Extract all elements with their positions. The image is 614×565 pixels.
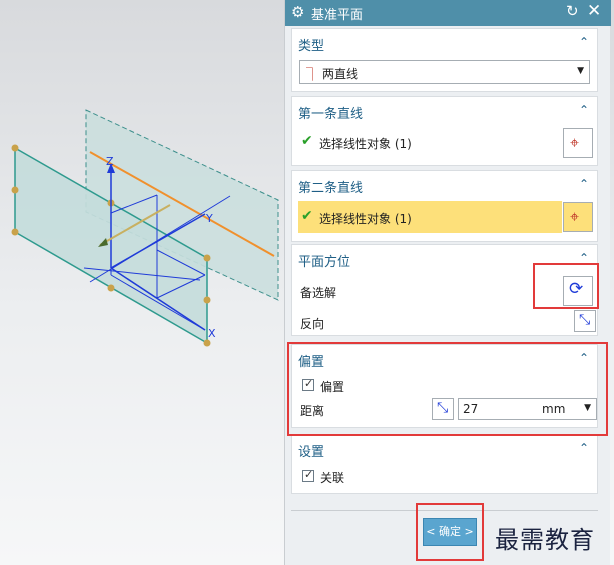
second-line-header[interactable]: 第二条直线: [298, 177, 363, 196]
orientation-header[interactable]: 平面方位: [298, 251, 350, 270]
second-line-section: 第二条直线 ⌃ ✔ 选择线性对象 (1) ⌖: [291, 170, 598, 242]
close-icon[interactable]: ✕: [587, 1, 601, 21]
axis-y-label: Y: [205, 212, 213, 225]
settings-section: 设置 ⌃ 关联: [291, 434, 598, 494]
collapse-caret-icon[interactable]: ⌃: [579, 35, 589, 49]
collapse-caret-icon[interactable]: ⌃: [579, 441, 589, 455]
callout-ok-button: [416, 503, 484, 561]
first-line-header[interactable]: 第一条直线: [298, 103, 363, 122]
axis-z-label: Z: [106, 155, 114, 168]
collapse-caret-icon[interactable]: ⌃: [579, 103, 589, 117]
settings-header[interactable]: 设置: [298, 441, 324, 460]
crosshair-select-button[interactable]: ⌖: [563, 202, 593, 232]
reverse-label: 反向: [300, 317, 325, 331]
axis-x-label: X: [208, 327, 216, 340]
active-selection-row[interactable]: ✔ 选择线性对象 (1): [298, 201, 562, 233]
type-dropdown[interactable]: ⏋ 两直线 ▼: [299, 60, 590, 84]
reverse-direction-button[interactable]: ⤡: [574, 310, 596, 332]
crosshair-select-button[interactable]: ⌖: [563, 128, 593, 158]
reverse-arrows-icon: ⤡: [579, 312, 591, 328]
associative-checkbox[interactable]: [302, 468, 314, 482]
crosshair-icon: ⌖: [570, 207, 580, 226]
gear-icon[interactable]: ⚙: [291, 3, 304, 21]
type-section: 类型 ⌃ ⏋ 两直线 ▼: [291, 28, 598, 92]
checkmark-icon: ✔: [301, 208, 313, 224]
two-lines-icon: ⏋: [306, 68, 320, 83]
associative-label: 关联: [320, 471, 345, 485]
dialog-titlebar: ⚙ 基准平面 ↻ ✕: [285, 0, 611, 26]
dialog-title: 基准平面: [311, 8, 364, 23]
graphics-viewport[interactable]: Z Y X: [0, 0, 284, 565]
reset-icon[interactable]: ↻: [566, 2, 579, 20]
chevron-down-icon: ▼: [577, 66, 584, 76]
second-line-select-label: 选择线性对象 (1): [319, 212, 412, 226]
first-line-select-label[interactable]: 选择线性对象 (1): [319, 135, 412, 152]
collapse-caret-icon[interactable]: ⌃: [579, 177, 589, 191]
callout-offset-section: [287, 342, 608, 436]
first-line-section: 第一条直线 ⌃ ✔ 选择线性对象 (1) ⌖: [291, 96, 598, 166]
callout-alternate-solution: [533, 263, 599, 309]
type-header[interactable]: 类型: [298, 35, 324, 54]
crosshair-icon: ⌖: [570, 133, 580, 152]
watermark-text: 最需教育: [495, 526, 595, 554]
alternate-solution-label: 备选解: [300, 286, 337, 300]
checkmark-icon: ✔: [301, 133, 313, 149]
type-selected-value: 两直线: [322, 67, 359, 81]
model-view: Z Y X: [11, 109, 279, 347]
